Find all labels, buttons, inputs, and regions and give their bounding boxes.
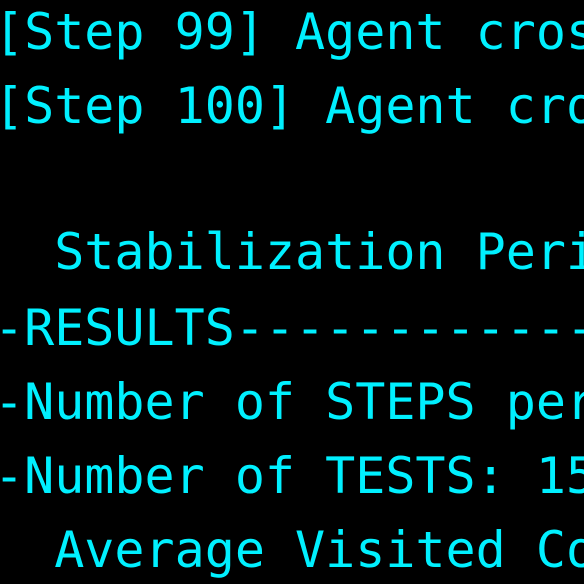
terminal-line-tests: -Number of TESTS: 15 <box>0 447 584 505</box>
terminal-line-results-header: -RESULTS-------------------- <box>0 299 584 357</box>
terminal-line-step-99: [Step 99] Agent cros <box>0 3 584 61</box>
terminal-line-steps-per: -Number of STEPS per <box>0 373 584 431</box>
terminal-line-step-100: [Step 100] Agent cro <box>0 77 584 135</box>
terminal-line-stabilization: Stabilization Peri <box>0 223 584 281</box>
terminal-line-average-visited: Average Visited Co <box>0 521 584 579</box>
terminal-window[interactable]: [Step 99] Agent cros [Step 100] Agent cr… <box>0 0 584 584</box>
